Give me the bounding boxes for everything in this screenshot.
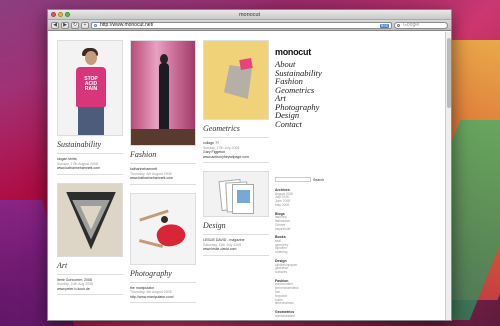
window-title: monocut <box>238 11 261 18</box>
sidebar-search: Search <box>275 177 335 182</box>
post-column: STOP ACID RAIN Sustainability slogan shirt… <box>57 40 123 303</box>
image-detail <box>159 63 169 133</box>
divider <box>57 153 123 154</box>
post-title[interactable]: Sustainability <box>57 140 123 149</box>
nav-contact[interactable]: Contact <box>275 119 335 129</box>
browser-window: monocut ◀ ▶ ↻ + http://www.monocut.net/ … <box>47 9 452 321</box>
rss-icon[interactable]: RSS <box>379 23 389 28</box>
vertical-scrollbar[interactable] <box>445 32 451 320</box>
post-design: Design LESLIE DAVID - magazine Saturday,… <box>203 171 269 256</box>
sidebar-link[interactable]: May 2008 <box>275 203 335 208</box>
divider <box>130 183 196 185</box>
address-text: http://www.monocut.net/ <box>100 21 154 28</box>
post-image[interactable] <box>130 40 196 146</box>
divider <box>57 294 123 295</box>
post-title[interactable]: Fashion <box>130 150 196 159</box>
sidebar-section-design: Design ulifabesinpapier gilabelsie surfa… <box>275 259 335 275</box>
post-photography: Photography the manipulator Thursday, 4t… <box>130 192 196 303</box>
divider <box>130 281 196 283</box>
post-art: Art Iterie Goricorrier, 2008 Sunday, 10t… <box>57 182 123 295</box>
page-content: STOP ACID RAIN Sustainability slogan shirt… <box>48 32 445 320</box>
post-image[interactable] <box>203 171 269 217</box>
sidebar-link[interactable]: liebenhalmax <box>275 302 335 306</box>
post-link[interactable]: www.katharinehamnett.com <box>130 176 196 181</box>
post-link[interactable]: www.anthonyheywilpage.com <box>203 155 269 160</box>
sidebar-section-books: Books seal geometry nijhoffen ordening <box>275 235 335 255</box>
image-detail: STOP ACID RAIN <box>84 76 98 92</box>
divider <box>57 173 123 175</box>
browser-toolbar: ◀ ▶ ↻ + http://www.monocut.net/ RSS Goog… <box>48 20 451 31</box>
image-detail <box>224 65 252 99</box>
search-placeholder: Google <box>403 21 420 28</box>
sidebar-link[interactable]: inspirelude <box>275 227 335 232</box>
divider <box>203 162 269 163</box>
image-detail <box>239 58 253 70</box>
globe-icon <box>94 23 97 27</box>
sidebar-sections: Archives August 2008 July 2008 June 2008… <box>275 188 335 319</box>
post-link[interactable]: www.katharinehamnett.com <box>57 166 123 171</box>
post-title[interactable]: Geometrics <box>203 124 269 133</box>
post-title[interactable]: Design <box>203 221 269 230</box>
sidebar-section-fashion: Fashion annisionalier jennerbeatedeck tu… <box>275 279 335 306</box>
sidebar-section-geometrics: Geometrics somaboratline <box>275 310 335 318</box>
divider <box>130 163 196 164</box>
image-detail <box>131 129 195 145</box>
post-image[interactable] <box>130 192 196 265</box>
post-title[interactable]: Art <box>57 261 123 270</box>
title-bar[interactable]: monocut <box>48 10 451 20</box>
post-column: Fashion katharinehamnett Thursday, 4th A… <box>130 40 196 311</box>
divider <box>130 302 196 303</box>
add-bookmark-button[interactable]: + <box>81 21 89 29</box>
image-detail <box>232 184 254 214</box>
forward-button[interactable]: ▶ <box>61 21 69 29</box>
post-link[interactable]: www.peter-h-koch.de <box>57 287 123 292</box>
post-sustainability: STOP ACID RAIN Sustainability slogan shirt… <box>57 40 123 175</box>
sidebar-search-input[interactable] <box>275 177 311 182</box>
scrollbar-thumb[interactable] <box>447 38 451 108</box>
divider <box>203 234 269 235</box>
divider <box>57 273 123 275</box>
post-image[interactable] <box>57 182 123 257</box>
reload-button[interactable]: ↻ <box>71 21 79 29</box>
post-image[interactable]: STOP ACID RAIN <box>57 40 123 136</box>
post-image[interactable] <box>203 40 269 120</box>
sidebar-link[interactable]: surfaces <box>275 270 335 275</box>
address-bar[interactable]: http://www.monocut.net/ RSS <box>91 21 392 29</box>
site-logo[interactable]: monocut <box>275 47 335 57</box>
image-detail <box>85 51 97 65</box>
divider <box>203 137 269 138</box>
back-button[interactable]: ◀ <box>51 21 59 29</box>
sidebar-section-archives: Archives August 2008 July 2008 June 2008… <box>275 188 335 208</box>
post-title[interactable]: Photography <box>130 269 196 278</box>
sidebar-link[interactable]: ordening <box>275 250 335 255</box>
main-nav: About Sustainability Fashion Geometrics … <box>275 60 335 128</box>
sidebar-section-blogs: Blogs fashiony fashionism Gelmet inspire… <box>275 212 335 232</box>
image-detail <box>161 215 168 223</box>
sidebar-search-button[interactable]: Search <box>313 178 324 182</box>
sidebar-link[interactable]: somaboratline <box>275 314 335 319</box>
divider <box>203 254 269 256</box>
search-field[interactable]: Google <box>394 21 448 29</box>
post-fashion: Fashion katharinehamnett Thursday, 4th A… <box>130 40 196 185</box>
post-geometrics: Geometrics collage ?? Sunday, 17th July … <box>203 40 269 163</box>
post-link[interactable]: http://www.manipulator.com/ <box>130 295 196 300</box>
sidebar: monocut About Sustainability Fashion Geo… <box>275 47 335 319</box>
search-icon <box>397 23 400 27</box>
image-detail <box>78 107 104 135</box>
post-column: Geometrics collage ?? Sunday, 17th July … <box>203 40 269 264</box>
post-link[interactable]: www.leslie-david.com <box>203 247 269 252</box>
